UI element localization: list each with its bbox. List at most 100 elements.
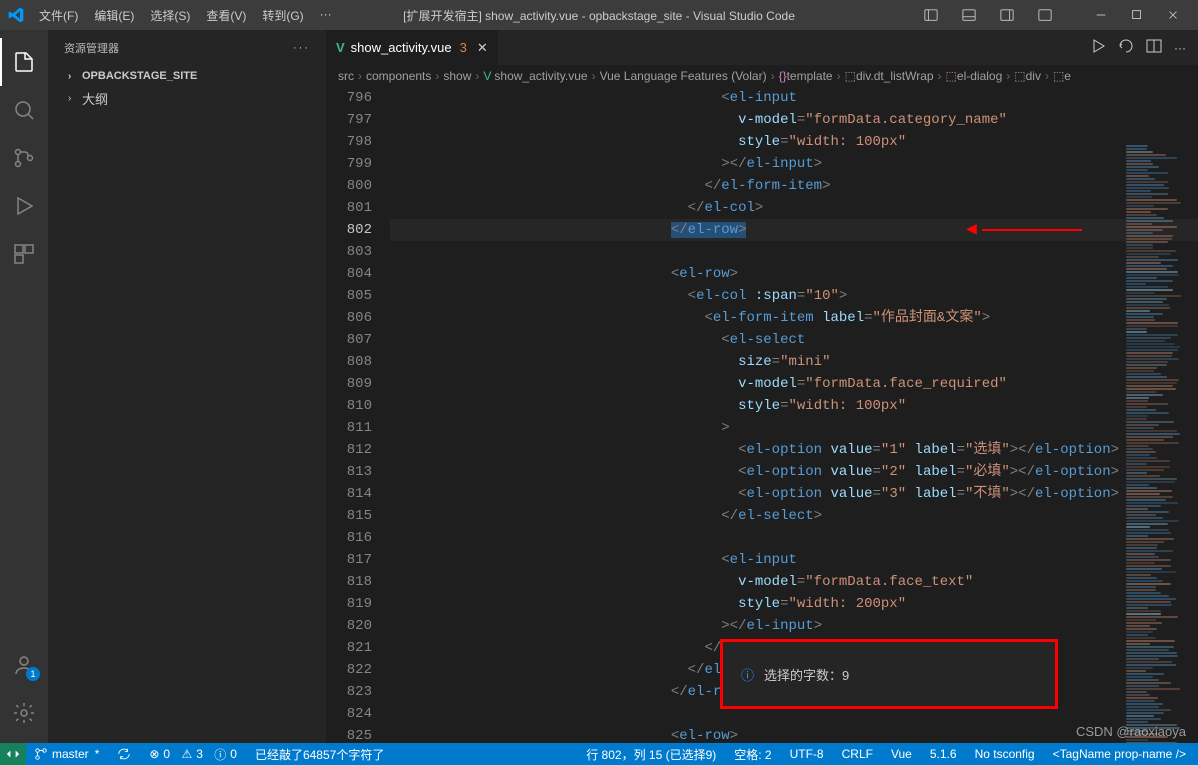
- menu-item[interactable]: ···: [313, 3, 339, 28]
- indentation-status[interactable]: 空格: 2: [730, 746, 775, 763]
- sidebar-more-icon[interactable]: ···: [293, 42, 310, 54]
- code-line[interactable]: </el-form-item>: [390, 175, 1198, 197]
- breadcrumb-item[interactable]: template: [787, 69, 833, 83]
- search-icon[interactable]: [0, 86, 48, 134]
- code-line[interactable]: <el-option value="2" label="必填"></el-opt…: [390, 461, 1198, 483]
- version-status[interactable]: 5.1.6: [926, 747, 961, 761]
- selection-info-callout: ⓘ 选择的字数：9: [720, 639, 1058, 709]
- problems-status[interactable]: ⊗0 ⚠3 ⓘ0: [145, 746, 241, 763]
- minimize-button[interactable]: [1084, 1, 1118, 29]
- code-line[interactable]: [390, 527, 1198, 549]
- breadcrumb-item[interactable]: div: [1026, 69, 1041, 83]
- close-button[interactable]: [1156, 1, 1190, 29]
- code-line[interactable]: <el-form-item label="作品封面&文案">: [390, 307, 1198, 329]
- code-line[interactable]: size="mini": [390, 351, 1198, 373]
- vue-file-icon: V: [483, 69, 491, 83]
- run-icon[interactable]: [1090, 38, 1106, 57]
- extensions-icon[interactable]: [0, 230, 48, 278]
- breadcrumb-item[interactable]: e: [1064, 69, 1071, 83]
- menu-item[interactable]: 查看(V): [199, 3, 253, 28]
- run-debug-icon[interactable]: [0, 182, 48, 230]
- breadcrumb-item[interactable]: div.dt_listWrap: [856, 69, 934, 83]
- code-line[interactable]: ></el-input>: [390, 615, 1198, 637]
- split-editor-icon[interactable]: [1146, 38, 1162, 57]
- code-line[interactable]: v-model="formData.category_name": [390, 109, 1198, 131]
- maximize-button[interactable]: [1120, 1, 1154, 29]
- code-line[interactable]: <el-option value="3" label="不填"></el-opt…: [390, 483, 1198, 505]
- close-icon[interactable]: ✕: [477, 40, 488, 56]
- vue-file-icon: V: [336, 40, 345, 55]
- code-line[interactable]: <el-option value="1" label="选填"></el-opt…: [390, 439, 1198, 461]
- code-line[interactable]: [390, 241, 1198, 263]
- code-line[interactable]: ></el-input>: [390, 153, 1198, 175]
- sidebar: 资源管理器 ··· ›OPBACKSTAGE_SITE ›大纲: [48, 30, 326, 743]
- revert-icon[interactable]: [1118, 38, 1134, 57]
- sync-status[interactable]: [113, 747, 135, 761]
- remote-indicator[interactable]: [0, 743, 26, 765]
- toggle-panel-bottom-icon[interactable]: [952, 1, 986, 29]
- breadcrumb-item[interactable]: show: [443, 69, 471, 83]
- line-gutter: 7967977987998008018028038048058068078088…: [326, 87, 390, 743]
- code-line[interactable]: <el-select: [390, 329, 1198, 351]
- breadcrumb-item[interactable]: components: [366, 69, 431, 83]
- more-actions-icon[interactable]: ···: [1174, 41, 1186, 55]
- code-line[interactable]: >: [390, 417, 1198, 439]
- code-line[interactable]: <el-col :span="10">: [390, 285, 1198, 307]
- breadcrumb-item[interactable]: src: [338, 69, 354, 83]
- breadcrumb[interactable]: src›components›show›Vshow_activity.vue›V…: [326, 65, 1198, 87]
- encoding-status[interactable]: UTF-8: [786, 747, 828, 761]
- account-badge: 1: [26, 667, 40, 681]
- code-line[interactable]: <el-input: [390, 549, 1198, 571]
- explorer-icon[interactable]: [0, 38, 48, 86]
- sidebar-title: 资源管理器: [64, 40, 119, 56]
- code-line[interactable]: v-model="formData.face_text": [390, 571, 1198, 593]
- tab-dirty-indicator: 3: [460, 40, 467, 55]
- info-icon: ⓘ: [741, 665, 754, 684]
- tab-filename: show_activity.vue: [351, 40, 452, 55]
- editor-actions: ···: [1078, 30, 1198, 65]
- git-branch[interactable]: master*: [30, 747, 103, 761]
- breadcrumb-item[interactable]: Vue Language Features (Volar): [600, 69, 767, 83]
- menu-item[interactable]: 编辑(E): [87, 3, 141, 28]
- customize-layout-icon[interactable]: [1028, 1, 1062, 29]
- editor-area: V show_activity.vue 3 ✕ ··· src›componen…: [326, 30, 1198, 743]
- language-mode[interactable]: Vue: [887, 747, 916, 761]
- watermark: CSDN @raoxiaoya: [1076, 724, 1186, 739]
- minimap[interactable]: [1126, 144, 1186, 743]
- cursor-position[interactable]: 行 802，列 15 (已选择9): [582, 746, 720, 763]
- tree-folder-root[interactable]: ›OPBACKSTAGE_SITE: [56, 65, 318, 87]
- tsconfig-status[interactable]: No tsconfig: [971, 747, 1039, 761]
- file-tree: ›OPBACKSTAGE_SITE ›大纲: [48, 65, 326, 109]
- account-icon[interactable]: 1: [0, 641, 48, 689]
- breadcrumb-item[interactable]: el-dialog: [957, 69, 1002, 83]
- sidebar-header: 资源管理器 ···: [48, 30, 326, 65]
- toggle-panel-left-icon[interactable]: [914, 1, 948, 29]
- code-line[interactable]: style="width: 100px": [390, 395, 1198, 417]
- source-control-icon[interactable]: [0, 134, 48, 182]
- typing-counter[interactable]: 已经敲了64857个字符了: [251, 746, 388, 763]
- settings-gear-icon[interactable]: [0, 689, 48, 737]
- code-line[interactable]: </el-select>: [390, 505, 1198, 527]
- code-line[interactable]: style="width: 100px": [390, 131, 1198, 153]
- tab-active[interactable]: V show_activity.vue 3 ✕: [326, 30, 499, 65]
- menu-item[interactable]: 选择(S): [143, 3, 197, 28]
- tagname-status[interactable]: <TagName prop-name />: [1049, 747, 1190, 761]
- eol-status[interactable]: CRLF: [838, 747, 877, 761]
- window-title: [扩展开发宿主] show_activity.vue - opbackstage…: [403, 7, 795, 24]
- code-line[interactable]: <el-row>: [390, 263, 1198, 285]
- code-line[interactable]: v-model="formData.face_required": [390, 373, 1198, 395]
- menu-item[interactable]: 文件(F): [32, 3, 85, 28]
- titlebar: 文件(F)编辑(E)选择(S)查看(V)转到(G)··· [扩展开发宿主] sh…: [0, 0, 1198, 30]
- menu-item[interactable]: 转到(G): [255, 3, 310, 28]
- code-line[interactable]: style="width: 200px": [390, 593, 1198, 615]
- vscode-logo-icon: [8, 7, 24, 23]
- code-line[interactable]: <el-input: [390, 87, 1198, 109]
- menu-bar: 文件(F)编辑(E)选择(S)查看(V)转到(G)···: [32, 3, 339, 28]
- chevron-right-icon: ›: [68, 93, 80, 104]
- chevron-right-icon: ›: [68, 71, 80, 82]
- breadcrumb-item[interactable]: show_activity.vue: [494, 69, 587, 83]
- code-line[interactable]: </el-col>: [390, 197, 1198, 219]
- toggle-panel-right-icon[interactable]: [990, 1, 1024, 29]
- tree-outline[interactable]: ›大纲: [56, 87, 318, 109]
- callout-text: 选择的字数：9: [764, 665, 849, 684]
